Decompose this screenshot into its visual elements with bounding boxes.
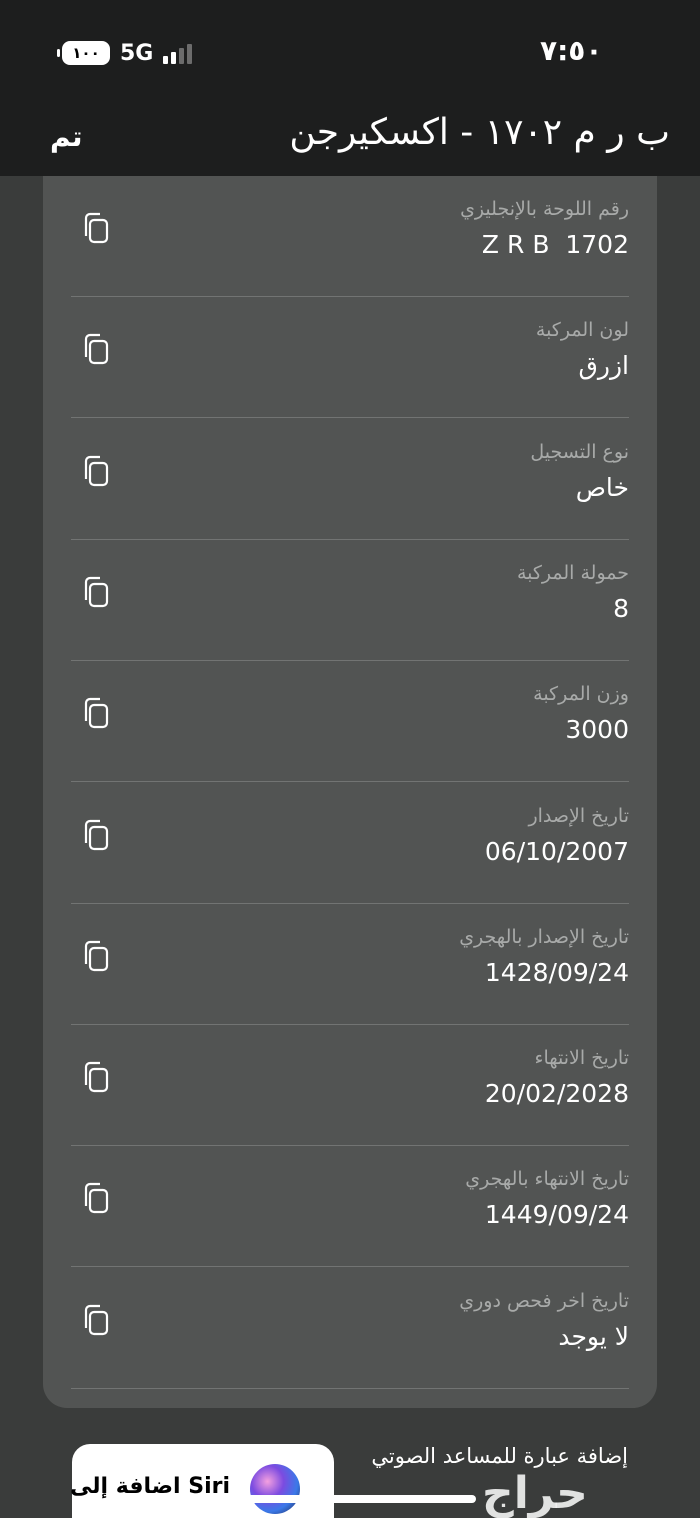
field-label: لون المركبة [535,319,629,342]
copy-icon[interactable] [81,938,111,974]
page-title: ب ر م ١٧٠٢ - اكسكيرجن [289,112,670,153]
signal-icon [163,42,193,64]
field-value: 8 [613,593,629,623]
add-to-siri-button[interactable]: اضافة إلى Siri [70,1444,334,1518]
copy-icon[interactable] [81,210,111,246]
field-label: تاريخ اخر فحص دوري [459,1289,629,1312]
siri-button-label: اضافة إلى Siri [70,1474,230,1499]
copy-icon[interactable] [81,695,111,731]
done-button[interactable]: تم [50,120,82,153]
field-row: تاريخ الإصدار 06/10/2007 [71,783,629,904]
vehicle-details-card: رقم اللوحة بالإنجليزي 1702 Z R B لون المرك… [43,176,657,1408]
field-value: 1449/09/24 [484,1200,629,1230]
siri-icon [250,1464,300,1514]
status-time: ٧:٥٠ [540,34,603,67]
field-row: وزن المركبة 3000 [71,661,629,783]
field-row: حمولة المركبة 8 [71,540,629,661]
copy-icon[interactable] [81,817,111,853]
copy-icon[interactable] [81,453,111,489]
field-value: خاص [575,472,629,502]
copy-icon[interactable] [81,1180,111,1216]
field-label: تاريخ الإصدار [528,804,629,827]
home-indicator[interactable] [226,1495,476,1503]
field-value: 3000 [565,715,629,745]
copy-icon[interactable] [81,574,111,610]
field-value: 1702 Z R B [481,230,629,259]
field-label: وزن المركبة [533,683,629,706]
field-value: 06/10/2007 [484,836,629,866]
top-bar: ١٠٠ 5G ٧:٥٠ تم ب ر م ١٧٠٢ - اكسكيرجن [0,0,700,176]
field-label: تاريخ الانتهاء بالهجري [465,1168,629,1191]
watermark-logo: حراج [482,1468,588,1518]
copy-icon[interactable] [81,331,111,367]
network-type: 5G [120,40,154,66]
field-row: تاريخ الانتهاء بالهجري 1449/09/24 [71,1146,629,1268]
field-label: تاريخ الإصدار بالهجري [459,925,629,948]
field-row: نوع التسجيل خاص [71,419,629,540]
field-row: لون المركبة ازرق [71,297,630,419]
field-row: رقم اللوحة بالإنجليزي 1702 Z R B [71,176,629,297]
copy-icon[interactable] [81,1302,111,1338]
field-row: تاريخ الانتهاء 20/02/2028 [71,1025,629,1147]
field-value: 1428/09/24 [484,957,629,987]
field-row: تاريخ اخر فحص دوري لا يوجد [71,1268,629,1389]
field-value: ازرق [578,351,630,381]
field-value: 20/02/2028 [484,1079,629,1109]
copy-icon[interactable] [81,1059,111,1095]
field-value: لا يوجد [558,1321,629,1351]
siri-caption: إضافة عبارة للمساعد الصوتي [371,1444,628,1468]
field-label: نوع التسجيل [530,440,629,463]
field-label: تاريخ الانتهاء [534,1047,629,1070]
field-label: حمولة المركبة [516,561,629,584]
battery-level: ١٠٠ [72,44,100,62]
field-label: رقم اللوحة بالإنجليزي [460,198,629,220]
battery-icon: ١٠٠ [57,41,110,65]
field-row: تاريخ الإصدار بالهجري 1428/09/24 [71,904,629,1025]
status-indicators: ١٠٠ 5G [57,38,193,68]
